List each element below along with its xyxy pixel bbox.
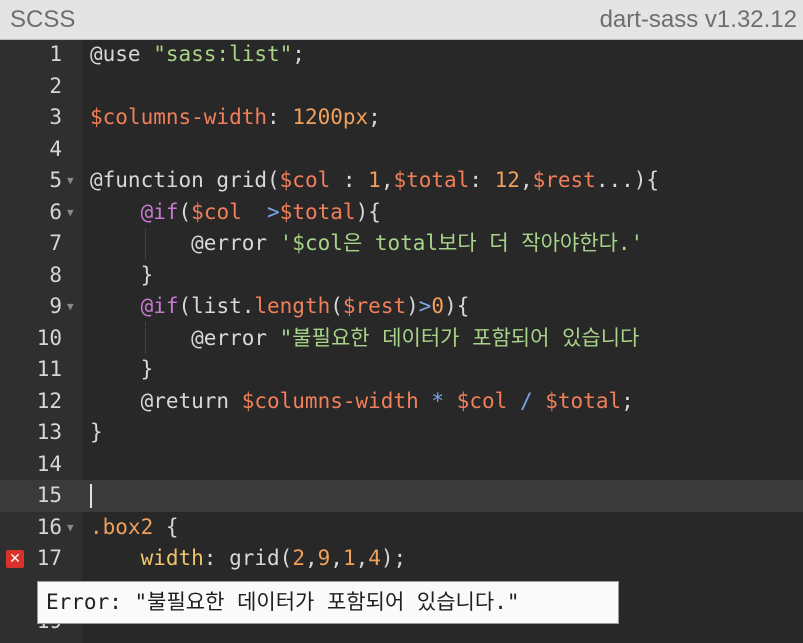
line-number: 16 bbox=[36, 514, 62, 539]
line-number: 1 bbox=[49, 42, 62, 66]
line-number: 7 bbox=[49, 231, 62, 255]
code-line[interactable]: 3 $columns-width: 1200px; bbox=[0, 102, 803, 134]
line-number: 4 bbox=[49, 136, 62, 161]
compiler-version-label: dart-sass v1.32.12 bbox=[599, 5, 797, 33]
line-number: 11 bbox=[36, 357, 62, 381]
active-code-line[interactable]: 15 bbox=[0, 480, 803, 512]
code-text[interactable]: @use "sass:list"; bbox=[90, 39, 305, 71]
line-number: 3 bbox=[49, 105, 62, 129]
code-line[interactable]: 16 ▼ .box2 { bbox=[0, 512, 803, 544]
code-text[interactable]: @error "불필요한 데이터가 포함되어 있습니다 bbox=[90, 323, 639, 355]
code-line[interactable]: 12 @return $columns-width * $col / $tota… bbox=[0, 386, 803, 418]
code-line[interactable]: 11 } bbox=[0, 354, 803, 386]
language-label: SCSS bbox=[10, 5, 76, 33]
line-number: 8 bbox=[49, 262, 62, 287]
indent-guide bbox=[145, 228, 146, 259]
line-number: 12 bbox=[36, 388, 62, 413]
code-line[interactable]: 14 bbox=[0, 449, 803, 481]
code-text[interactable]: .box2 { bbox=[90, 512, 179, 544]
code-line[interactable]: 8 } bbox=[0, 260, 803, 292]
code-line[interactable]: 4 bbox=[0, 134, 803, 166]
fold-chevron-icon[interactable]: ▼ bbox=[67, 165, 74, 197]
code-text[interactable]: $columns-width: 1200px; bbox=[90, 102, 381, 134]
code-line[interactable]: 9 ▼ @if(list.length($rest)>0){ bbox=[0, 291, 803, 323]
code-text[interactable]: } bbox=[90, 417, 103, 449]
scss-playground: SCSS dart-sass v1.32.12 1 @use "sass:lis… bbox=[0, 0, 803, 643]
editor-header: SCSS dart-sass v1.32.12 bbox=[0, 0, 803, 40]
code-text[interactable]: @if($col >$total){ bbox=[90, 197, 381, 229]
fold-chevron-icon[interactable]: ▼ bbox=[67, 512, 74, 544]
code-editor[interactable]: 1 @use "sass:list"; 2 3 $columns-width: … bbox=[0, 40, 803, 643]
indent-guide bbox=[145, 322, 146, 353]
line-number: 17 bbox=[36, 546, 62, 570]
line-number: 6 bbox=[49, 199, 62, 224]
line-number: 13 bbox=[36, 420, 62, 444]
code-text[interactable]: width: grid(2,9,1,4); bbox=[90, 543, 407, 575]
line-number: 15 bbox=[36, 483, 62, 507]
fold-chevron-icon[interactable]: ▼ bbox=[67, 197, 74, 229]
line-number: 14 bbox=[36, 451, 62, 476]
code-line[interactable]: 5 ▼ @function grid($col : 1,$total: 12,$… bbox=[0, 165, 803, 197]
code-line[interactable]: 10 @error "불필요한 데이터가 포함되어 있습니다 bbox=[0, 323, 803, 355]
error-tooltip: Error: "불필요한 데이터가 포함되어 있습니다." bbox=[37, 581, 619, 624]
code-text[interactable]: @if(list.length($rest)>0){ bbox=[90, 291, 470, 323]
line-number: 9 bbox=[49, 294, 62, 318]
code-text[interactable]: @error '$col은 total보다 더 작아야한다.' bbox=[90, 228, 643, 260]
fold-chevron-icon[interactable]: ▼ bbox=[67, 291, 74, 323]
code-line[interactable]: 1 @use "sass:list"; bbox=[0, 39, 803, 71]
code-line[interactable]: 7 @error '$col은 total보다 더 작아야한다.' bbox=[0, 228, 803, 260]
code-text[interactable]: } bbox=[90, 354, 154, 386]
code-text[interactable]: @function grid($col : 1,$total: 12,$rest… bbox=[90, 165, 659, 197]
code-text[interactable]: } bbox=[90, 260, 154, 292]
code-line[interactable]: 6 ▼ @if($col >$total){ bbox=[0, 197, 803, 229]
code-text[interactable]: @return $columns-width * $col / $total; bbox=[90, 386, 634, 418]
code-line[interactable]: ✕ 17 width: grid(2,9,1,4); bbox=[0, 543, 803, 575]
text-cursor bbox=[90, 484, 92, 508]
line-number: 10 bbox=[36, 325, 62, 350]
code-line[interactable]: 13 } bbox=[0, 417, 803, 449]
line-number: 5 bbox=[49, 168, 62, 192]
line-number: 2 bbox=[49, 73, 62, 98]
code-line[interactable]: 2 bbox=[0, 71, 803, 103]
